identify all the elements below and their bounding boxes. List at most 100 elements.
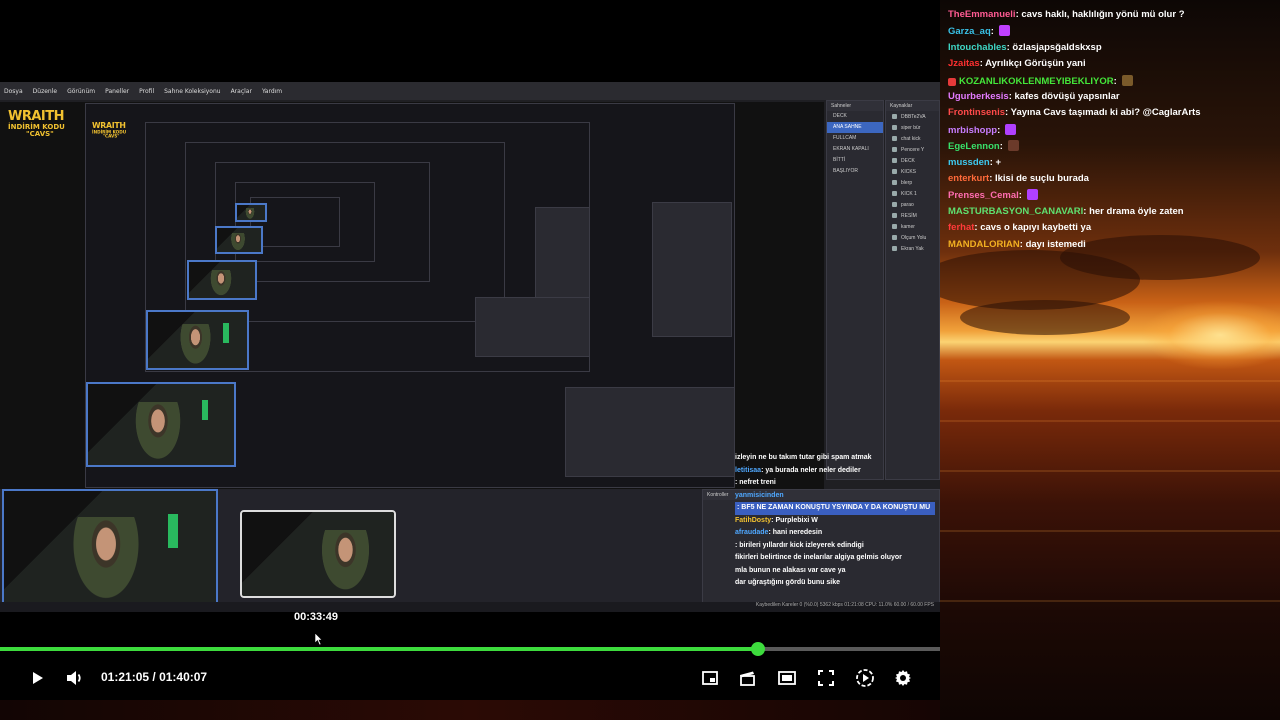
mini-chat-line: letitisaa: ya burada neler neler dediler bbox=[735, 465, 935, 478]
scene-item: EKRAN KAPALI bbox=[833, 146, 869, 152]
chat-text: : kafes dövüşü yapsınlar bbox=[1008, 91, 1120, 102]
source-item: kamer bbox=[886, 221, 939, 232]
chat-text: : her drama öyle zaten bbox=[1083, 205, 1184, 217]
mini-chat-line: : birileri yıllardır kick izleyerek edin… bbox=[735, 540, 935, 553]
chat-message: EgeLennon: bbox=[948, 140, 1019, 152]
chat-message: MANDALORIAN: dayı istemedi bbox=[948, 239, 1086, 250]
source-type-icon bbox=[892, 246, 897, 251]
chat-text: : bbox=[997, 124, 1001, 136]
source-label: blerp bbox=[901, 179, 913, 186]
mini-chat-line: : BF5 NE ZAMAN KONUŞTU YSYINDA Y DA KONU… bbox=[735, 502, 935, 515]
chat-text: : + bbox=[989, 156, 1002, 168]
source-item: DBBTe2VA bbox=[886, 111, 939, 122]
chat-message: TheEmmanueli: cavs haklı, haklılığın yön… bbox=[948, 9, 1185, 20]
source-type-icon bbox=[892, 191, 897, 196]
source-item: Ekran Yak bbox=[886, 243, 939, 254]
play-button[interactable] bbox=[27, 668, 47, 688]
source-item: Olçum Yolu bbox=[886, 232, 939, 243]
source-label: DBBTe2VA bbox=[901, 113, 926, 120]
source-list: DBBTe2VA siper bür chat kick Pencere Y DECK K… bbox=[886, 111, 939, 254]
current-time: 01:21:05 bbox=[101, 670, 150, 684]
sea-wave bbox=[940, 470, 1280, 472]
miniplayer-button[interactable] bbox=[700, 668, 720, 688]
chat-message: Garza_aq: bbox=[948, 25, 1010, 37]
obs-preview: WRAITH İNDİRİM KODU "CAVS" WRAITH İNDİRİ… bbox=[0, 102, 824, 497]
menu-item: Araçlar bbox=[230, 87, 252, 95]
source-label: siper bür bbox=[901, 124, 921, 131]
theater-mode-button[interactable] bbox=[777, 668, 797, 688]
menu-item: Paneller bbox=[105, 87, 130, 95]
source-item: DECK bbox=[886, 155, 939, 166]
progress-thumb[interactable] bbox=[750, 642, 765, 656]
fullscreen-button[interactable] bbox=[816, 668, 836, 688]
webcam-thumbnail bbox=[146, 310, 249, 370]
clapperboard-icon bbox=[740, 671, 755, 686]
source-item: chat kick bbox=[886, 133, 939, 144]
volume-button[interactable] bbox=[65, 668, 85, 688]
source-type-icon bbox=[892, 158, 897, 163]
source-label: KICKS bbox=[901, 168, 917, 175]
source-label: chat kick bbox=[901, 135, 921, 142]
menu-item: Düzenle bbox=[32, 87, 58, 95]
chat-message: mussden: + bbox=[948, 157, 1001, 168]
source-item: KICK 1 bbox=[886, 188, 939, 199]
menu-item: Dosya bbox=[4, 87, 23, 95]
scene-item: ANA SAHNE bbox=[827, 122, 883, 133]
chat-text: : bbox=[1113, 75, 1117, 87]
time-separator: / bbox=[149, 670, 160, 684]
webcam-thumbnail bbox=[235, 203, 267, 222]
chat-username: mrbishopp bbox=[948, 124, 998, 136]
chat-overlay: TheEmmanueli: cavs haklı, haklılığın yön… bbox=[940, 0, 1280, 720]
mini-chat-text: dar uğraştığını gördü bunu sike bbox=[735, 579, 841, 586]
chat-emote-icon bbox=[998, 25, 1010, 37]
chat-username: Frontinsenis bbox=[948, 107, 1006, 119]
chat-username: EgeLennon bbox=[948, 141, 1000, 153]
sea-wave bbox=[940, 600, 1280, 602]
obs-screen-capture: Dosya Düzenle Görünüm Paneller Profil Sa… bbox=[0, 82, 940, 612]
mini-chat-text: : nefret treni bbox=[735, 479, 776, 486]
source-type-icon bbox=[892, 125, 897, 130]
chat-emote-icon bbox=[1026, 189, 1038, 201]
sponsor-logo: WRAITH İNDİRİM KODU "CAVS" bbox=[8, 109, 65, 138]
webcam-thumbnail bbox=[86, 382, 236, 467]
chat-text: : Yayına Cavs taşımadı ki abi? @CaglarAr… bbox=[1005, 107, 1201, 119]
obs-status-bar: Kaybedilen Kareler 0 (%0.0) 5362 kbps 01… bbox=[0, 602, 940, 612]
sky-cloud bbox=[1060, 235, 1260, 280]
chat-username: enterkurt bbox=[948, 173, 990, 184]
chat-username: TheEmmanueli bbox=[948, 9, 1016, 20]
duration: 01:40:07 bbox=[159, 670, 208, 684]
play-icon bbox=[33, 672, 43, 684]
sun-glow bbox=[1140, 300, 1280, 370]
chat-message: Frontinsenis: Yayına Cavs taşımadı ki ab… bbox=[948, 107, 1201, 118]
video-player[interactable]: Dosya Düzenle Görünüm Paneller Profil Sa… bbox=[0, 0, 940, 700]
chat-emote-icon bbox=[1005, 123, 1017, 135]
sources-title: Kaynaklar bbox=[886, 101, 939, 111]
volume-icon bbox=[67, 671, 81, 685]
settings-icon bbox=[895, 670, 911, 686]
chat-username: ferhat bbox=[948, 222, 975, 234]
source-type-icon bbox=[892, 224, 897, 229]
source-type-icon bbox=[892, 180, 897, 185]
mini-chat-line: mla bunun ne alakası var cave ya bbox=[735, 565, 935, 578]
clip-button[interactable] bbox=[738, 668, 758, 688]
fullscreen-icon bbox=[818, 670, 834, 686]
chat-text: : dayı istemedi bbox=[1019, 238, 1086, 250]
chat-message: KOZANLIKOKLENMEYIBEKLIYOR: bbox=[948, 74, 1133, 87]
nested-panel bbox=[535, 207, 590, 302]
mini-chat-text: izleyin ne bu takım tutar gibi spam atma… bbox=[735, 454, 872, 461]
hover-timestamp: 00:33:49 bbox=[294, 611, 339, 623]
chat-username: Intouchables bbox=[948, 41, 1007, 53]
nested-panel bbox=[565, 387, 735, 477]
playback-speed-button[interactable] bbox=[855, 668, 875, 688]
settings-button[interactable] bbox=[893, 668, 913, 688]
sponsor-logo-nested: WRAITH İNDİRİM KODU "CAVS" bbox=[92, 121, 127, 139]
mini-chat-text: : Purplebixi W bbox=[771, 516, 818, 524]
source-type-icon bbox=[892, 114, 897, 119]
scenes-panel: Sahneler DECK ANA SAHNE FULLCAM EKRAN KAPAL… bbox=[826, 100, 884, 480]
source-type-icon bbox=[892, 136, 897, 141]
miniplayer-icon bbox=[702, 671, 718, 685]
progress-bar[interactable] bbox=[0, 642, 940, 656]
chat-username: Prenses_Cemal bbox=[948, 190, 1019, 202]
mini-chat-line: afraudade: hani neredesin bbox=[735, 527, 935, 540]
chat-username: mussden bbox=[948, 156, 990, 168]
